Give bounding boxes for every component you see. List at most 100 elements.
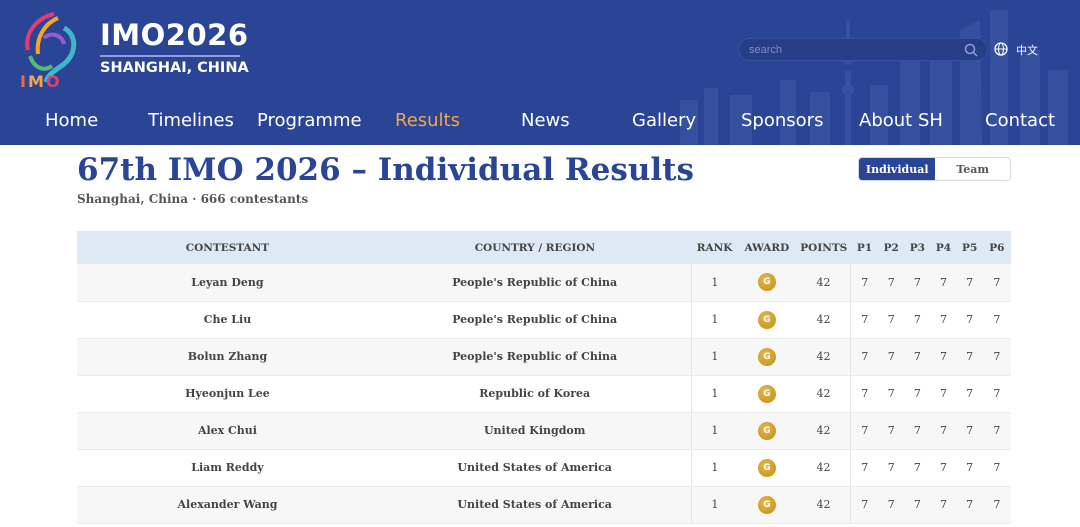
logo-title[interactable]: IMO2026 <box>100 18 249 52</box>
individual-tab[interactable]: Individual <box>859 158 936 180</box>
nav-programme[interactable]: Programme <box>257 110 362 131</box>
contestant-name[interactable]: Leyan Deng <box>77 264 378 302</box>
svg-text:I: I <box>20 72 26 90</box>
score-p6: 7 <box>982 301 1011 339</box>
page-subtitle: Shanghai, China · 666 contestants <box>77 192 309 206</box>
award-cell: G <box>737 375 797 413</box>
score-p4: 7 <box>930 449 957 487</box>
header-p6[interactable]: P6 <box>982 231 1011 264</box>
gold-medal-icon: G <box>757 273 776 292</box>
score-p1: 7 <box>850 264 879 302</box>
country-name[interactable]: People's Republic of China <box>377 264 692 302</box>
header-country[interactable]: Country / Region <box>377 231 692 264</box>
gold-medal-icon: G <box>757 310 776 329</box>
table-row[interactable]: Leyan Deng People's Republic of China 1 … <box>77 264 1011 302</box>
nav-about-sh[interactable]: About SH <box>859 110 943 131</box>
country-name[interactable]: People's Republic of China <box>377 338 692 376</box>
header-rank[interactable]: Rank <box>691 231 738 264</box>
score-p3: 7 <box>904 449 931 487</box>
nav-contact[interactable]: Contact <box>985 110 1055 131</box>
score-p3: 7 <box>904 375 931 413</box>
score-p1: 7 <box>850 375 879 413</box>
language-switch[interactable]: 中文 <box>1016 42 1038 58</box>
header-p3[interactable]: P3 <box>904 231 931 264</box>
nav-gallery[interactable]: Gallery <box>632 110 696 131</box>
points-cell: 42 <box>796 264 852 302</box>
logo-subtitle: SHANGHAI, CHINA <box>100 60 249 76</box>
score-p2: 7 <box>878 412 905 450</box>
table-row[interactable]: Che Liu People's Republic of China 1 G 4… <box>77 301 1011 339</box>
gold-medal-icon: G <box>757 421 776 440</box>
nav-results[interactable]: Results <box>395 110 460 131</box>
header-points[interactable]: Points <box>796 231 851 264</box>
score-p5: 7 <box>956 375 983 413</box>
header-p4[interactable]: P4 <box>930 231 957 264</box>
score-p1: 7 <box>850 486 879 524</box>
score-p5: 7 <box>956 449 983 487</box>
globe-icon[interactable] <box>994 42 1008 56</box>
award-cell: G <box>737 301 797 339</box>
score-p5: 7 <box>956 338 983 376</box>
score-p3: 7 <box>904 486 931 524</box>
table-row[interactable]: Alex Chui United Kingdom 1 G 42 7 7 7 7 … <box>77 412 1011 450</box>
country-name[interactable]: People's Republic of China <box>377 301 692 339</box>
score-p3: 7 <box>904 264 931 302</box>
points-cell: 42 <box>796 412 852 450</box>
header-award[interactable]: Award <box>737 231 797 264</box>
main-nav: Home Timelines Programme Results News Ga… <box>0 110 1080 138</box>
table-row[interactable]: Liam Reddy United States of America 1 G … <box>77 449 1011 487</box>
gold-medal-icon: G <box>757 347 776 366</box>
country-name[interactable]: Republic of Korea <box>377 375 692 413</box>
header-p1[interactable]: P1 <box>850 231 879 264</box>
award-cell: G <box>737 486 797 524</box>
header-contestant[interactable]: Contestant <box>77 231 378 264</box>
country-name[interactable]: United States of America <box>377 486 692 524</box>
score-p2: 7 <box>878 301 905 339</box>
table-row[interactable]: Alexander Wang United States of America … <box>77 486 1011 524</box>
svg-text:O: O <box>46 72 60 90</box>
rank-cell: 1 <box>691 301 738 339</box>
imo-logo-icon: I M O <box>20 12 77 90</box>
nav-news[interactable]: News <box>521 110 570 131</box>
contestant-name[interactable]: Alexander Wang <box>77 486 378 524</box>
country-name[interactable]: United Kingdom <box>377 412 692 450</box>
score-p4: 7 <box>930 301 957 339</box>
table-row[interactable]: Hyeonjun Lee Republic of Korea 1 G 42 7 … <box>77 375 1011 413</box>
award-cell: G <box>737 449 797 487</box>
country-name[interactable]: United States of America <box>377 449 692 487</box>
rank-cell: 1 <box>691 375 738 413</box>
score-p2: 7 <box>878 486 905 524</box>
search-icon[interactable] <box>963 42 979 58</box>
search-input[interactable] <box>749 42 949 58</box>
points-cell: 42 <box>796 486 852 524</box>
score-p4: 7 <box>930 264 957 302</box>
contestant-name[interactable]: Liam Reddy <box>77 449 378 487</box>
score-p6: 7 <box>982 486 1011 524</box>
contestant-name[interactable]: Bolun Zhang <box>77 338 378 376</box>
nav-timelines[interactable]: Timelines <box>148 110 234 131</box>
header-p2[interactable]: P2 <box>878 231 905 264</box>
team-tab[interactable]: Team <box>935 158 1010 180</box>
score-p6: 7 <box>982 264 1011 302</box>
page-title: 67th IMO 2026 – Individual Results <box>77 152 694 188</box>
header-p5[interactable]: P5 <box>956 231 983 264</box>
rank-cell: 1 <box>691 412 738 450</box>
score-p4: 7 <box>930 338 957 376</box>
score-p2: 7 <box>878 375 905 413</box>
contestant-name[interactable]: Che Liu <box>77 301 378 339</box>
nav-home[interactable]: Home <box>45 110 98 131</box>
table-row[interactable]: Bolun Zhang People's Republic of China 1… <box>77 338 1011 376</box>
results-table: Contestant Country / Region Rank Award P… <box>77 231 1011 524</box>
nav-sponsors[interactable]: Sponsors <box>741 110 823 131</box>
score-p1: 7 <box>850 301 879 339</box>
gold-medal-icon: G <box>757 384 776 403</box>
score-p5: 7 <box>956 412 983 450</box>
contestant-name[interactable]: Alex Chui <box>77 412 378 450</box>
logo-divider <box>100 55 240 57</box>
search-box[interactable] <box>738 38 988 61</box>
score-p1: 7 <box>850 412 879 450</box>
score-p2: 7 <box>878 264 905 302</box>
score-p1: 7 <box>850 338 879 376</box>
contestant-name[interactable]: Hyeonjun Lee <box>77 375 378 413</box>
rank-cell: 1 <box>691 264 738 302</box>
